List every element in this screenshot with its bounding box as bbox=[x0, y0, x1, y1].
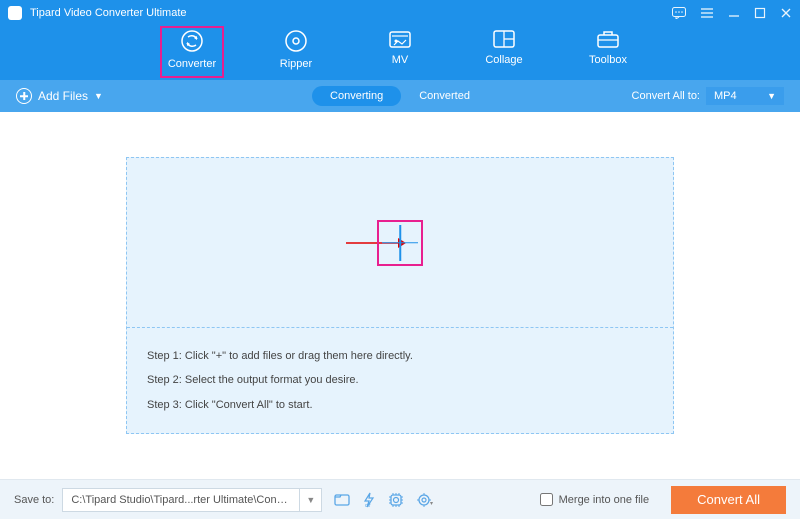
tab-converting[interactable]: Converting bbox=[312, 86, 401, 106]
nav-toolbox[interactable]: Toolbox bbox=[579, 28, 637, 80]
add-files-plus-button[interactable] bbox=[382, 225, 418, 261]
merge-checkbox[interactable]: Merge into one file bbox=[540, 493, 650, 506]
plus-circle-icon bbox=[16, 88, 32, 104]
convert-all-to: Convert All to: MP4 ▼ bbox=[632, 87, 784, 105]
save-path-box: C:\Tipard Studio\Tipard...rter Ultimate\… bbox=[62, 488, 322, 512]
nav-label: Collage bbox=[485, 54, 522, 66]
nav-mv[interactable]: MV bbox=[371, 28, 429, 80]
chevron-down-icon: ▼ bbox=[767, 91, 776, 101]
nav-label: Toolbox bbox=[589, 54, 627, 66]
footer-bar: Save to: C:\Tipard Studio\Tipard...rter … bbox=[0, 479, 800, 519]
nav-label: Converter bbox=[168, 58, 216, 70]
add-files-label: Add Files bbox=[38, 89, 88, 103]
instruction-steps: Step 1: Click "+" to add files or drag t… bbox=[127, 328, 673, 433]
open-folder-icon[interactable] bbox=[334, 492, 350, 508]
path-dropdown-button[interactable]: ▼ bbox=[299, 489, 321, 511]
save-to-label: Save to: bbox=[14, 494, 54, 506]
feedback-icon[interactable] bbox=[672, 7, 686, 19]
titlebar: Tipard Video Converter Ultimate bbox=[0, 0, 800, 26]
nav-label: MV bbox=[392, 54, 409, 66]
save-path-value: C:\Tipard Studio\Tipard...rter Ultimate\… bbox=[63, 494, 299, 506]
step-text: Step 3: Click "Convert All" to start. bbox=[147, 393, 653, 417]
maximize-icon[interactable] bbox=[754, 7, 766, 19]
app-title: Tipard Video Converter Ultimate bbox=[30, 7, 672, 19]
close-icon[interactable] bbox=[780, 7, 792, 19]
add-files-button[interactable]: Add Files ▼ bbox=[16, 88, 103, 104]
main-nav: Converter Ripper MV Collage Toolbox bbox=[0, 26, 800, 80]
output-format-select[interactable]: MP4 ▼ bbox=[706, 87, 784, 105]
minimize-icon[interactable] bbox=[728, 7, 740, 19]
drop-zone[interactable]: Step 1: Click "+" to add files or drag t… bbox=[126, 157, 674, 434]
ripper-icon bbox=[283, 28, 309, 54]
footer-tools: off ▾ bbox=[334, 492, 434, 508]
nav-label: Ripper bbox=[280, 58, 312, 70]
convert-all-to-label: Convert All to: bbox=[632, 90, 700, 102]
gpu-icon[interactable] bbox=[388, 492, 404, 508]
collage-icon bbox=[491, 28, 517, 50]
mv-icon bbox=[387, 28, 413, 50]
convert-all-button[interactable]: Convert All bbox=[671, 486, 786, 514]
nav-ripper[interactable]: Ripper bbox=[267, 28, 325, 80]
workspace: Step 1: Click "+" to add files or drag t… bbox=[0, 112, 800, 479]
step-text: Step 2: Select the output format you des… bbox=[147, 368, 653, 392]
app-logo-icon bbox=[8, 6, 22, 20]
settings-icon[interactable]: ▾ bbox=[416, 492, 434, 508]
drop-target-area[interactable] bbox=[127, 158, 673, 328]
step-text: Step 1: Click "+" to add files or drag t… bbox=[147, 344, 653, 368]
nav-collage[interactable]: Collage bbox=[475, 28, 533, 80]
menu-icon[interactable] bbox=[700, 7, 714, 19]
sub-toolbar: Add Files ▼ Converting Converted Convert… bbox=[0, 80, 800, 112]
tab-converted[interactable]: Converted bbox=[401, 86, 488, 106]
svg-text:off: off bbox=[365, 503, 371, 508]
format-value: MP4 bbox=[714, 90, 737, 102]
nav-converter[interactable]: Converter bbox=[163, 28, 221, 80]
merge-checkbox-input[interactable] bbox=[540, 493, 553, 506]
svg-text:▾: ▾ bbox=[430, 501, 433, 507]
toolbox-icon bbox=[595, 28, 621, 50]
converter-icon bbox=[179, 28, 205, 54]
chevron-down-icon: ▼ bbox=[306, 495, 315, 505]
merge-label: Merge into one file bbox=[559, 494, 650, 506]
window-controls bbox=[672, 7, 792, 19]
chevron-down-icon: ▼ bbox=[94, 91, 103, 101]
status-tabs: Converting Converted bbox=[312, 86, 488, 106]
hardware-accel-icon[interactable]: off bbox=[362, 492, 376, 508]
